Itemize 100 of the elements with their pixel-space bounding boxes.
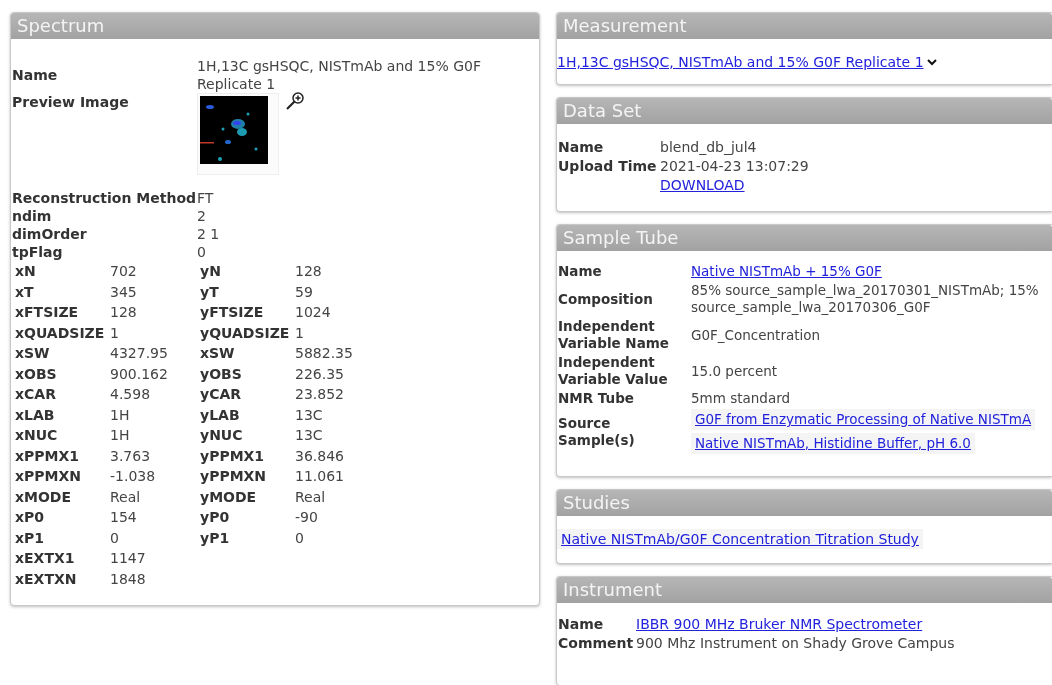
field-value: 5mm standard: [691, 390, 792, 407]
field-value: 15.0 percent: [691, 362, 779, 380]
param-value: 1848: [110, 569, 147, 589]
param-value: 13C: [295, 405, 324, 425]
panel-title: Studies: [563, 492, 630, 513]
param-label: yP1: [200, 528, 231, 548]
param-label: xEXTXN: [15, 569, 78, 589]
param-value: 1: [295, 323, 305, 343]
param-label: xEXTX1: [15, 549, 76, 568]
field-label: Independent Variable Value: [558, 354, 669, 388]
param-value: 3.763: [110, 446, 152, 466]
param-value: 1147: [110, 549, 147, 568]
param-label: yFTSIZE: [200, 303, 265, 322]
param-label: xQUADSIZE: [15, 323, 106, 343]
param-label: xT: [15, 282, 35, 302]
field-value: blend_db_jul4: [660, 138, 757, 157]
param-label: xSW: [15, 344, 51, 363]
param-label: yP0: [200, 508, 231, 527]
param-label: xP1: [15, 528, 46, 548]
chevron-down-icon[interactable]: [925, 57, 938, 67]
field-value: 0: [197, 243, 207, 261]
param-label: yQUADSIZE: [200, 323, 291, 343]
field-value: FT: [197, 189, 215, 207]
field-label: Name: [558, 615, 605, 634]
param-label: yN: [200, 262, 222, 281]
instrument-link[interactable]: IBBR 900 MHz Bruker NMR Spectrometer: [636, 615, 1052, 634]
field-label: Name: [12, 66, 59, 84]
param-value: 0: [295, 528, 305, 548]
param-value: 11.061: [295, 467, 345, 486]
field-label: NMR Tube: [558, 390, 635, 407]
study-link[interactable]: Native NISTmAb/G0F Concentration Titration Study: [557, 529, 923, 549]
param-label: yPPMXN: [200, 467, 268, 486]
param-label: yNUC: [200, 426, 244, 445]
param-value: 154: [110, 508, 138, 527]
param-label: xOBS: [15, 364, 58, 384]
param-label: xNUC: [15, 426, 59, 445]
panel-title: Sample Tube: [563, 227, 679, 248]
param-value: 4327.95: [110, 344, 169, 363]
param-value: 702: [110, 262, 138, 281]
param-value: 5882.35: [295, 344, 354, 363]
panel-title: Data Set: [563, 100, 642, 121]
sample-link[interactable]: G0F from Enzymatic Processing of Native NISTmA: [691, 409, 1036, 430]
field-label: Reconstruction Method: [12, 189, 197, 207]
field-label: Source Sample(s): [558, 414, 636, 449]
param-value: 226.35: [295, 364, 345, 384]
param-value: 900.162: [110, 364, 169, 384]
field-label: Upload Time: [558, 157, 658, 176]
param-label: xPPMXN: [15, 467, 82, 486]
param-label: xSW: [200, 344, 236, 363]
param-label: xMODE: [15, 487, 73, 507]
field-label: ndim: [12, 207, 53, 225]
param-value: 36.846: [295, 446, 345, 466]
param-label: xCAR: [15, 385, 57, 404]
download-link[interactable]: DOWNLOAD: [660, 176, 745, 195]
param-value: 1: [110, 323, 120, 343]
field-label: tpFlag: [12, 243, 64, 261]
param-value: 128: [110, 303, 138, 322]
param-label: xLAB: [15, 405, 56, 425]
param-value: 59: [295, 282, 314, 302]
param-value: Real: [295, 487, 327, 507]
field-value: 900 Mhz Instrument on Shady Grove Campus: [636, 634, 956, 653]
sample-link[interactable]: Native NISTmAb, Histidine Buffer, pH 6.0: [691, 433, 975, 454]
field-value: 2021-04-23 13:07:29: [660, 157, 809, 176]
param-value: 23.852: [295, 385, 345, 404]
param-value: 4.598: [110, 385, 152, 404]
param-label: yPPMX1: [200, 446, 266, 466]
panel-title: Measurement: [563, 15, 687, 36]
param-value: 345: [110, 282, 138, 302]
param-label: yLAB: [200, 405, 241, 425]
param-value: 128: [295, 262, 323, 281]
field-value: G0F_Concentration: [691, 326, 822, 344]
field-label: Comment: [558, 634, 635, 653]
param-value: Real: [110, 487, 142, 507]
field-label: dimOrder: [12, 225, 88, 243]
panel-title: Instrument: [563, 579, 663, 600]
param-label: yT: [200, 282, 220, 302]
param-value: 0: [110, 528, 120, 548]
field-value: 2 1: [197, 225, 221, 243]
zoom-in-icon[interactable]: [285, 91, 305, 111]
field-label: Composition: [558, 290, 654, 308]
param-label: yCAR: [200, 385, 242, 404]
field-label: Independent Variable Name: [558, 318, 670, 352]
param-value: 1H: [110, 405, 131, 425]
field-label: Name: [558, 138, 605, 157]
panel-title: Spectrum: [17, 15, 105, 36]
param-label: xN: [15, 262, 37, 281]
sample-link[interactable]: Native NISTmAb + 15% G0F: [691, 263, 882, 280]
param-value: 13C: [295, 426, 324, 445]
field-value: 1H,13C gsHSQC, NISTmAb and 15% G0F Replicate 1: [197, 57, 482, 93]
param-value: 1024: [295, 303, 332, 322]
param-label: xPPMX1: [15, 446, 81, 466]
param-value: -1.038: [110, 467, 157, 486]
param-label: xFTSIZE: [15, 303, 80, 322]
param-label: yOBS: [200, 364, 243, 384]
field-value: 2: [197, 207, 207, 225]
param-label: yMODE: [200, 487, 258, 507]
measurement-link[interactable]: 1H,13C gsHSQC, NISTmAb and 15% G0F Replicate 1: [557, 54, 924, 70]
param-value: 1H: [110, 426, 131, 445]
param-label: xP0: [15, 508, 46, 527]
field-value: 85% source_sample_lwa_20170301_NISTmAb; 15% source_sample_lwa_20170306_G0F: [691, 282, 1040, 316]
